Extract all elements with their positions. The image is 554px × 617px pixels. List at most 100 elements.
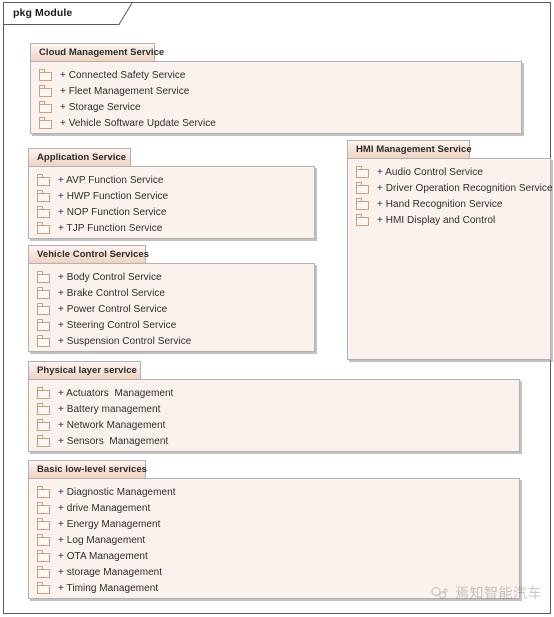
package-member-item[interactable]: + Body Control Service <box>29 269 314 285</box>
package-member-label: + TJP Function Service <box>58 222 163 234</box>
package-member-label: + Log Management <box>58 534 146 546</box>
package-member-item[interactable]: + Hand Recognition Service <box>348 196 550 212</box>
package-folder-icon <box>37 319 51 331</box>
package-body-application-service: + AVP Function Service + HWP Function Ser… <box>28 166 315 239</box>
package-member-item[interactable]: + Diagnostic Management <box>29 484 519 500</box>
package-member-label: + Audio Control Service <box>377 166 483 178</box>
package-member-item[interactable]: + Actuators Management <box>29 385 519 401</box>
package-member-label: + HMI Display and Control <box>377 214 496 226</box>
package-member-item[interactable]: + Battery management <box>29 401 519 417</box>
package-folder-icon <box>37 550 51 562</box>
package-member-item[interactable]: + Storage Service <box>31 99 521 115</box>
package-folder-icon <box>37 403 51 415</box>
package-title-label: HMI Management Service <box>356 144 472 155</box>
package-member-label: + Storage Service <box>60 101 141 113</box>
package-member-item[interactable]: + drive Management <box>29 500 519 516</box>
diagram-frame-tab-label: pkg Module <box>13 7 73 19</box>
package-folder-icon <box>37 582 51 594</box>
package-member-item[interactable]: + storage Management <box>29 564 519 580</box>
package-folder-icon <box>356 198 370 210</box>
package-member-label: + Connected Safety Service <box>60 69 186 81</box>
package-member-label: + Power Control Service <box>58 303 168 315</box>
package-member-item[interactable]: + Audio Control Service <box>348 164 550 180</box>
package-folder-icon <box>37 566 51 578</box>
package-folder-icon <box>39 117 53 129</box>
package-member-item[interactable]: + Timing Management <box>29 580 519 596</box>
package-member-label: + drive Management <box>58 502 151 514</box>
package-body-hmi-management-service: + Audio Control Service + Driver Operatio… <box>347 158 553 360</box>
package-folder-icon <box>37 335 51 347</box>
package-folder-icon <box>37 287 51 299</box>
package-folder-icon <box>37 387 51 399</box>
package-member-item[interactable]: + HWP Function Service <box>29 188 314 204</box>
package-member-item[interactable]: + Connected Safety Service <box>31 67 521 83</box>
package-member-label: + Hand Recognition Service <box>377 198 503 210</box>
package-member-label: + Vehicle Software Update Service <box>60 117 216 129</box>
package-body-cloud-management-service: + Connected Safety Service + Fleet Manage… <box>30 61 522 134</box>
package-folder-icon <box>37 174 51 186</box>
package-member-label: + Timing Management <box>58 582 159 594</box>
package-member-item[interactable]: + AVP Function Service <box>29 172 314 188</box>
package-title-tab-vehicle-control-services[interactable]: Vehicle Control Services <box>28 245 150 263</box>
package-folder-icon <box>37 271 51 283</box>
package-folder-icon <box>37 206 51 218</box>
package-folder-icon <box>39 101 53 113</box>
package-member-item[interactable]: + Power Control Service <box>29 301 314 317</box>
package-member-label: + Battery management <box>58 403 161 415</box>
package-folder-icon <box>356 166 370 178</box>
package-member-label: + Network Management <box>58 419 166 431</box>
package-folder-icon <box>37 486 51 498</box>
package-title-label: Physical layer service <box>37 365 137 376</box>
package-folder-icon <box>37 222 51 234</box>
package-member-label: + Sensors Management <box>58 435 169 447</box>
package-member-label: + NOP Function Service <box>58 206 167 218</box>
package-folder-icon <box>37 534 51 546</box>
package-member-label: + HWP Function Service <box>58 190 169 202</box>
package-folder-icon <box>37 502 51 514</box>
package-member-label: + Fleet Management Service <box>60 85 190 97</box>
diagram-frame-tab: pkg Module <box>3 2 119 25</box>
package-member-item[interactable]: + Energy Management <box>29 516 519 532</box>
package-member-item[interactable]: + Driver Operation Recognition Service <box>348 180 553 196</box>
package-folder-icon <box>37 419 51 431</box>
package-title-label: Cloud Management Service <box>39 47 165 58</box>
package-member-item[interactable]: + Suspension Control Service <box>29 333 314 349</box>
package-member-label: + OTA Management <box>58 550 148 562</box>
package-member-item[interactable]: + NOP Function Service <box>29 204 314 220</box>
package-member-label: + storage Management <box>58 566 163 578</box>
package-title-tab-cloud-management-service[interactable]: Cloud Management Service <box>30 43 164 61</box>
package-member-item[interactable]: + Sensors Management <box>29 433 519 449</box>
package-member-label: + Suspension Control Service <box>58 335 192 347</box>
package-folder-icon <box>37 518 51 530</box>
package-title-label: Vehicle Control Services <box>37 249 150 260</box>
package-member-label: + AVP Function Service <box>58 174 164 186</box>
package-body-vehicle-control-services: + Body Control Service + Brake Control Se… <box>28 263 315 352</box>
package-body-basic-low-level-services: + Diagnostic Management + drive Managemen… <box>28 478 520 599</box>
package-title-tab-hmi-management-service[interactable]: HMI Management Service <box>347 140 472 158</box>
package-folder-icon <box>356 182 370 194</box>
package-folder-icon <box>37 190 51 202</box>
package-member-item[interactable]: + Fleet Management Service <box>31 83 521 99</box>
package-folder-icon <box>37 303 51 315</box>
package-member-item[interactable]: + OTA Management <box>29 548 519 564</box>
package-title-label: Application Service <box>37 152 127 163</box>
package-member-item[interactable]: + Steering Control Service <box>29 317 314 333</box>
package-folder-icon <box>39 85 53 97</box>
package-folder-icon <box>37 435 51 447</box>
package-member-item[interactable]: + Log Management <box>29 532 519 548</box>
package-member-item[interactable]: + Vehicle Software Update Service <box>31 115 521 131</box>
package-member-label: + Diagnostic Management <box>58 486 176 498</box>
package-member-item[interactable]: + Network Management <box>29 417 519 433</box>
package-title-tab-basic-low-level-services[interactable]: Basic low-level services <box>28 460 147 478</box>
package-member-label: + Driver Operation Recognition Service <box>377 182 553 194</box>
package-member-item[interactable]: + HMI Display and Control <box>348 212 550 228</box>
package-title-tab-physical-layer-service[interactable]: Physical layer service <box>28 361 141 379</box>
package-member-label: + Steering Control Service <box>58 319 177 331</box>
package-title-tab-application-service[interactable]: Application Service <box>28 148 131 166</box>
package-member-label: + Body Control Service <box>58 271 162 283</box>
package-member-label: + Actuators Management <box>58 387 174 399</box>
package-member-item[interactable]: + TJP Function Service <box>29 220 314 236</box>
package-title-label: Basic low-level services <box>37 464 147 475</box>
package-member-item[interactable]: + Brake Control Service <box>29 285 314 301</box>
package-folder-icon <box>39 69 53 81</box>
